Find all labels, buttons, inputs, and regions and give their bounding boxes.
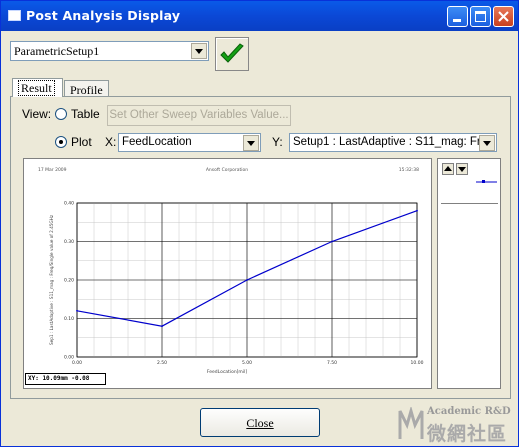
scroll-up-button[interactable] xyxy=(442,163,454,175)
chart-date: 17 Mar 2009 xyxy=(38,167,67,173)
trace-legend-line-icon xyxy=(476,180,497,183)
tab-result-label: Result xyxy=(18,80,55,96)
close-button-label: Close xyxy=(246,416,274,430)
watermark-logo-icon xyxy=(398,407,424,439)
tab-profile-label: Profile xyxy=(70,83,103,97)
xy-readout-text: XY: 10.09mm -0.08 xyxy=(28,375,90,382)
data-point xyxy=(331,240,333,243)
y-axis-title: Sep1 : LastAdaptive : S11_mag : Freq/Sin… xyxy=(49,214,54,345)
chart-time: 15:32:38 xyxy=(399,167,419,173)
y-variable-value: Setup1 : LastAdaptive : S11_mag: Freq xyxy=(293,136,494,148)
y-tick-label: 0.20 xyxy=(64,278,74,284)
arrow-up-icon xyxy=(444,166,452,171)
x-axis-label: X: xyxy=(105,135,117,149)
trace-side-panel xyxy=(437,158,501,389)
window-title: Post Analysis Display xyxy=(26,8,181,23)
table-radio-label: Table xyxy=(71,107,100,121)
close-button[interactable]: Close xyxy=(200,408,320,437)
x-tick-label: 0.00 xyxy=(72,360,82,366)
y-axis-label: Y: xyxy=(272,135,283,149)
x-axis-title: FeedLocation[mil] xyxy=(207,369,247,375)
y-variable-select[interactable]: Setup1 : LastAdaptive : S11_mag: Freq xyxy=(289,133,497,152)
line-chart[interactable]: 17 Mar 2009 Ansoft Corporation 15:32:38 … xyxy=(24,159,431,388)
arrow-down-icon xyxy=(458,167,466,172)
title-bar[interactable]: Post Analysis Display xyxy=(1,1,518,31)
sweep-variables-button[interactable]: Set Other Sweep Variables Value... xyxy=(107,105,291,126)
tab-result[interactable]: Result xyxy=(12,78,63,97)
x-tick-label: 2.50 xyxy=(157,360,167,366)
close-window-button[interactable] xyxy=(493,6,514,27)
maximize-icon xyxy=(475,11,486,22)
y-tick-label: 0.00 xyxy=(64,355,74,361)
maximize-button[interactable] xyxy=(470,6,491,27)
setup-select[interactable]: ParametricSetup1 xyxy=(10,41,209,61)
scroll-down-button[interactable] xyxy=(456,163,468,175)
watermark-line2: 微網社區 xyxy=(427,423,508,445)
trace-legend-row[interactable] xyxy=(441,177,498,204)
tab-profile[interactable]: Profile xyxy=(64,80,109,97)
chevron-down-icon[interactable] xyxy=(479,135,495,151)
setup-select-value: ParametricSetup1 xyxy=(14,44,100,58)
view-label: View: xyxy=(22,107,52,121)
data-point xyxy=(161,325,163,328)
x-tick-label: 5.00 xyxy=(242,360,252,366)
watermark: Academic R&D 微網社區 xyxy=(398,405,518,447)
plot-area[interactable]: 17 Mar 2009 Ansoft Corporation 15:32:38 … xyxy=(23,158,432,389)
table-radio[interactable] xyxy=(55,108,67,120)
data-point xyxy=(246,279,248,281)
minimize-button[interactable] xyxy=(447,6,468,27)
x-variable-select[interactable]: FeedLocation xyxy=(118,133,261,152)
x-tick-label: 7.50 xyxy=(327,360,337,366)
apply-button[interactable] xyxy=(215,37,249,71)
watermark-line1: Academic R&D xyxy=(427,406,511,417)
y-tick-label: 0.30 xyxy=(64,239,74,245)
post-analysis-window: Post Analysis Display ParametricSetup1 R… xyxy=(0,0,519,447)
xy-readout: XY: 10.09mm -0.08 xyxy=(25,373,106,385)
plot-radio[interactable] xyxy=(55,136,67,148)
y-tick-label: 0.40 xyxy=(64,201,74,207)
y-tick-label: 0.10 xyxy=(64,316,74,322)
close-icon xyxy=(498,11,509,22)
data-point xyxy=(416,209,418,212)
minimize-icon xyxy=(453,19,461,22)
x-variable-value: FeedLocation xyxy=(122,136,192,148)
window-icon xyxy=(8,10,21,21)
plot-radio-label: Plot xyxy=(71,135,92,149)
x-tick-label: 10.00 xyxy=(411,360,424,366)
chart-company: Ansoft Corporation xyxy=(206,167,248,173)
checkmark-icon xyxy=(220,43,244,63)
data-point xyxy=(76,309,78,312)
chevron-down-icon[interactable] xyxy=(191,43,207,59)
chevron-down-icon[interactable] xyxy=(243,135,259,151)
